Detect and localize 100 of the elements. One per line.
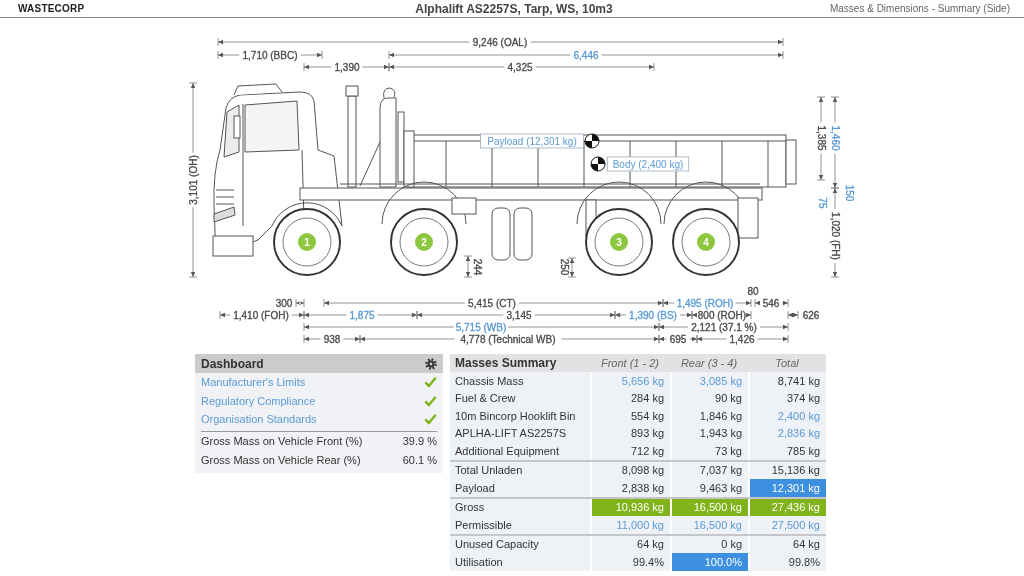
dimension-line (830, 96, 840, 123)
axle-marker (697, 233, 715, 251)
table-cell: 11,000 kg (590, 516, 670, 534)
row-label: APLHA-LIFT AS2257S (454, 426, 568, 442)
metric-label: Gross Mass on Vehicle Rear (%) (201, 454, 361, 466)
table-cell: 1,846 kg (670, 407, 748, 425)
table-cell: 12,301 kg (748, 479, 826, 497)
table-cell: 284 kg (590, 389, 670, 407)
axle-marker (610, 233, 628, 251)
table-cell: 5,656 kg (590, 372, 670, 390)
table-cell: 374 kg (748, 389, 826, 407)
dimension-label: 5,715 (WB) (455, 321, 507, 333)
dimension-line (217, 50, 240, 60)
row-label: Total Unladen (454, 463, 524, 479)
table-cell: 893 kg (590, 424, 670, 442)
panel-title: Dashboard (201, 356, 264, 371)
page-subtitle: Masses & Dimensions - Summary (Side) (829, 3, 1010, 14)
mass-callout: Payload (12,301 kg) (480, 133, 584, 149)
table-cell: 16,500 kg (670, 498, 748, 516)
row-label: Payload (454, 480, 496, 496)
dimension-line (188, 206, 198, 278)
check-link[interactable]: Manufacturer's Limits (201, 376, 306, 389)
dimension-label: 1,710 (BBC) (242, 49, 298, 61)
table-cell: 2,400 kg (748, 407, 826, 425)
dimension-label: 546 (762, 297, 780, 309)
dimension-label: 1,410 (FOH) (233, 309, 289, 321)
dimension-label: 1,495 (ROH) (676, 297, 734, 309)
dimension-label: 1,390 (334, 61, 360, 73)
table-cell: 712 kg (590, 442, 670, 460)
page-title: Alphalift AS2257S, Tarp, WS, 10m3 (415, 1, 613, 16)
dimension-label: 6,446 (573, 49, 599, 61)
dimension-label: 1,460 (829, 125, 841, 151)
dimension-line (303, 62, 332, 72)
dimension-line (782, 298, 789, 308)
table-cell: 554 kg (590, 407, 670, 425)
dimension-label: 150 (843, 184, 855, 202)
row-label: Fuel & Crew (454, 391, 517, 407)
dimension-label: 3,145 (506, 309, 532, 321)
table-cell: 10,936 kg (590, 498, 670, 516)
dimension-line (757, 334, 789, 344)
axle-marker (298, 233, 316, 251)
dimension-label: 80 (747, 285, 759, 297)
dimension-line (787, 310, 799, 320)
table-cell: 16,500 kg (670, 516, 748, 534)
table-cell: 27,500 kg (748, 516, 826, 534)
table-cell: 8,098 kg (590, 461, 670, 479)
center-of-gravity-icon (590, 156, 606, 172)
table-cell: 2,836 kg (748, 424, 826, 442)
dimension-label: 2,121 (37.1 %) (691, 321, 757, 333)
dimension-label: 300 (275, 297, 293, 309)
metric-label: Gross Mass on Vehicle Front (%) (201, 435, 363, 447)
dimension-label: 9,246 (OAL) (472, 36, 528, 48)
fuel-tank (491, 207, 533, 261)
dimension-line (759, 322, 789, 332)
axle-number: 2 (421, 236, 427, 248)
table-cell: 1,943 kg (670, 424, 748, 442)
dimension-line (463, 255, 473, 278)
dimension-line (746, 310, 752, 320)
table-cell: 27,436 kg (748, 498, 826, 516)
column-header: Rear (3 - 4) (679, 357, 739, 369)
dimension-label: 4,325 (507, 61, 533, 73)
dimension-label: 1,390 (BS) (629, 309, 677, 321)
dimension-label: 1,020 (FH) (829, 212, 841, 260)
column-header: Front (1 - 2) (599, 357, 661, 369)
dimension-label: 938 (323, 333, 341, 345)
table-cell: 2,838 kg (590, 479, 670, 497)
table-cell: 99.8% (748, 553, 826, 571)
dimension-label: 626 (802, 309, 820, 321)
check-link[interactable]: Organisation Standards (201, 413, 317, 426)
dimension-label: 695 (669, 333, 687, 345)
table-cell: 100.0% (670, 553, 748, 571)
dimension-line (219, 310, 231, 320)
wheel (672, 208, 740, 276)
column-header: Total (774, 357, 800, 369)
row-label: Gross (454, 500, 486, 516)
dimension-label: 3,101 (OH) (187, 155, 199, 205)
table-cell: 90 kg (670, 389, 748, 407)
dimension-line (295, 298, 305, 308)
dimension-label: 75 (816, 197, 828, 209)
mass-callout: Body (2,400 kg) (606, 156, 690, 172)
dimension-label: 5,415 (CT) (468, 297, 516, 309)
dimension-label: 1,385 (815, 125, 827, 151)
axle-number: 4 (703, 236, 709, 248)
dimension-line (300, 50, 323, 60)
row-label: 10m Bincorp Hooklift Bin (454, 408, 577, 424)
axle-number: 3 (616, 236, 622, 248)
table-cell: 785 kg (748, 442, 826, 460)
center-of-gravity-icon (584, 133, 600, 149)
check-link[interactable]: Regulatory Compliance (201, 394, 316, 407)
table-title: Masses Summary (454, 356, 558, 370)
row-label: Unused Capacity (454, 537, 540, 553)
table-cell: 3,085 kg (670, 372, 748, 390)
row-label: Additional Equipment (454, 443, 560, 459)
wheel (585, 208, 653, 276)
row-label: Utilisation (454, 554, 504, 570)
dimension-line (303, 334, 321, 344)
table-cell: 8,741 kg (748, 372, 826, 390)
settings-icon[interactable] (425, 357, 437, 370)
wheel (390, 208, 458, 276)
dimension-label: 4,778 (Technical WB) (460, 333, 556, 345)
